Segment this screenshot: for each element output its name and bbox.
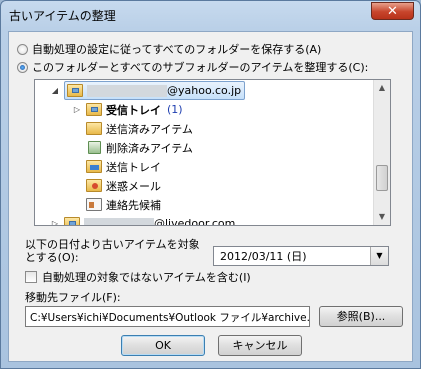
radio-archive-auto[interactable]: 自動処理の設定に従ってすべてのフォルダーを保存する(A) (17, 41, 321, 57)
contacts-label: 連絡先候補 (106, 198, 161, 212)
tree-item-contacts[interactable]: 連絡先候補 (86, 195, 161, 214)
tree-item-inbox[interactable]: ▷ 受信トレイ (1) (72, 100, 183, 119)
date-label: 以下の日付より古いアイテムを対象とする(O): (25, 238, 200, 264)
account2-label: @livedoor.com (154, 217, 236, 226)
inbox-unread-count: (1) (167, 103, 183, 116)
scroll-thumb[interactable] (376, 165, 388, 191)
tree-scrollbar[interactable]: ▲ ▼ (373, 80, 390, 225)
expand-arrow-icon[interactable]: ▷ (72, 105, 82, 114)
tree-item-junk[interactable]: 迷惑メール (86, 176, 161, 195)
dialog-window: 古いアイテムの整理 ✕ 自動処理の設定に従ってすべてのフォルダーを保存する(A)… (0, 0, 421, 369)
tree-item-outbox[interactable]: 送信トレイ (86, 157, 161, 176)
sent-items-label: 送信済みアイテム (106, 122, 193, 136)
include-items-checkbox[interactable] (25, 271, 37, 283)
scroll-up-icon[interactable]: ▲ (374, 80, 390, 96)
deleted-items-label: 削除済みアイテム (106, 141, 193, 155)
destination-path-input[interactable]: C:¥Users¥ichi¥Documents¥Outlook ファイル¥arc… (25, 306, 310, 327)
tree-item-account1-selection[interactable]: @yahoo.co.jp (64, 81, 246, 100)
collapse-arrow-icon[interactable]: ◢ (50, 86, 60, 95)
date-picker[interactable]: 2012/03/11 (日) ▼ (213, 246, 389, 266)
tree-item-sent-items[interactable]: 送信済みアイテム (86, 119, 193, 138)
folder-tree[interactable]: ◢ @yahoo.co.jp ▷ 受信トレイ (1) 送信済みアイテム 削除済み… (34, 79, 391, 226)
redacted-account-name (84, 217, 154, 225)
scroll-down-icon[interactable]: ▼ (374, 209, 390, 225)
dialog-title: 古いアイテムの整理 (9, 9, 116, 23)
expand-arrow-icon[interactable]: ▷ (50, 219, 60, 225)
account1-label: @yahoo.co.jp (167, 84, 242, 97)
radio-auto-button[interactable] (17, 43, 28, 55)
account-folder-icon (67, 84, 83, 97)
radio-auto-label: 自動処理の設定に従ってすべてのフォルダーを保存する(A) (32, 43, 322, 56)
radio-folder-button[interactable] (17, 61, 28, 73)
include-items-label: 自動処理の対象ではないアイテムを含む(I) (42, 271, 251, 284)
title-bar: 古いアイテムの整理 ✕ (1, 1, 420, 29)
trash-icon (88, 141, 101, 154)
cancel-button[interactable]: キャンセル (218, 335, 302, 356)
browse-button[interactable]: 参照(B)... (319, 306, 403, 327)
destination-label: 移動先ファイル(F): (25, 291, 121, 304)
sent-items-folder-icon (86, 122, 102, 135)
outbox-label: 送信トレイ (106, 160, 161, 174)
account-folder-icon (64, 217, 80, 225)
tree-item-deleted-items[interactable]: 削除済みアイテム (86, 138, 193, 157)
junk-label: 迷惑メール (106, 179, 161, 193)
inbox-label: 受信トレイ (106, 103, 161, 117)
ok-button[interactable]: OK (121, 335, 205, 356)
close-button[interactable]: ✕ (371, 2, 414, 20)
date-value: 2012/03/11 (日) (220, 250, 307, 263)
redacted-account-name (87, 84, 167, 97)
outbox-folder-icon (86, 160, 102, 173)
chevron-down-icon[interactable]: ▼ (370, 247, 388, 265)
contacts-folder-icon (86, 198, 102, 211)
include-items-checkbox-row[interactable]: 自動処理の対象ではないアイテムを含む(I) (25, 269, 251, 285)
tree-item-account1[interactable]: ◢ @yahoo.co.jp (50, 81, 246, 100)
inbox-folder-icon (86, 103, 102, 116)
tree-item-account2[interactable]: ▷ @livedoor.com (50, 214, 236, 226)
radio-archive-folder[interactable]: このフォルダーとすべてのサブフォルダーのアイテムを整理する(C): (17, 59, 368, 75)
dialog-client: 自動処理の設定に従ってすべてのフォルダーを保存する(A) このフォルダーとすべて… (8, 31, 413, 362)
junk-folder-icon (86, 179, 102, 192)
radio-folder-label: このフォルダーとすべてのサブフォルダーのアイテムを整理する(C): (32, 61, 369, 74)
